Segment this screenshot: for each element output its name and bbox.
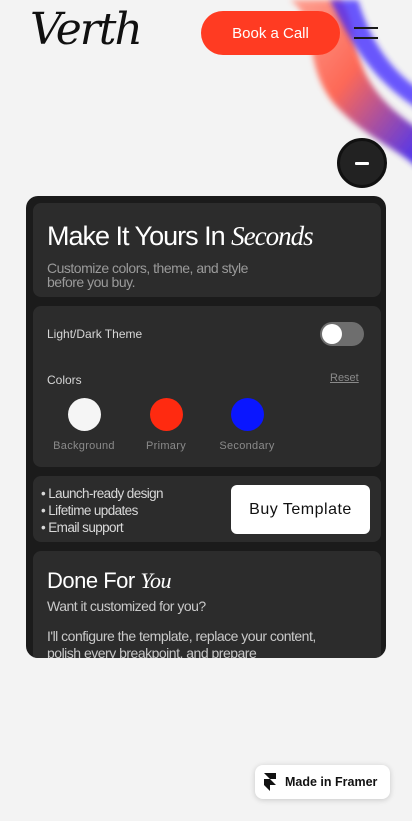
minus-icon [355,161,369,165]
badge-label: Made in Framer [285,775,378,789]
customizer-intro-card: Make It Yours In Seconds Customize color… [33,203,381,297]
swatch-label: Secondary [219,440,275,452]
colors-label: Colors [47,373,82,387]
feature-list: • Launch-ready design • Lifetime updates… [41,485,164,536]
secondary-color-dot[interactable] [230,398,264,431]
purchase-card: • Launch-ready design • Lifetime updates… [33,476,381,542]
customizer-subtitle: Customize colors, theme, and style befor… [47,260,248,290]
primary-color-dot[interactable] [149,398,183,431]
collapse-customizer-button[interactable] [337,138,387,188]
done-for-you-title: Done For You [47,568,172,593]
done-for-you-description: I'll configure the template, replace you… [47,628,316,658]
book-a-call-button[interactable]: Book a Call [201,11,340,55]
template-customizer-panel: Make It Yours In Seconds Customize color… [26,196,386,658]
hamburger-menu-icon[interactable] [352,24,380,42]
swatch-label: Primary [146,440,186,452]
feature-item: • Launch-ready design [41,486,164,501]
swatch-label: Background [53,440,115,452]
feature-item: • Lifetime updates [41,503,138,518]
theme-colors-card: Light/Dark Theme Colors Reset Background… [33,306,381,467]
toggle-knob [322,324,342,344]
made-in-framer-badge[interactable]: Made in Framer [255,765,390,799]
swatch-primary[interactable]: Primary [133,398,199,452]
reset-colors-link[interactable]: Reset [330,372,359,384]
feature-item: • Email support [41,520,124,535]
theme-toggle-label: Light/Dark Theme [47,327,143,341]
swatch-background[interactable]: Background [51,398,117,452]
brand-logo[interactable]: Verth [30,2,143,58]
done-for-you-subtitle: Want it customized for you? [47,598,206,614]
framer-logo-icon [264,773,276,791]
theme-toggle[interactable] [320,322,364,346]
background-color-dot[interactable] [67,398,101,431]
buy-template-button[interactable]: Buy Template [231,485,370,534]
customizer-title: Make It Yours In Seconds [47,221,314,251]
done-for-you-card: Done For You Want it customized for you?… [33,551,381,658]
swatch-secondary[interactable]: Secondary [214,398,280,452]
